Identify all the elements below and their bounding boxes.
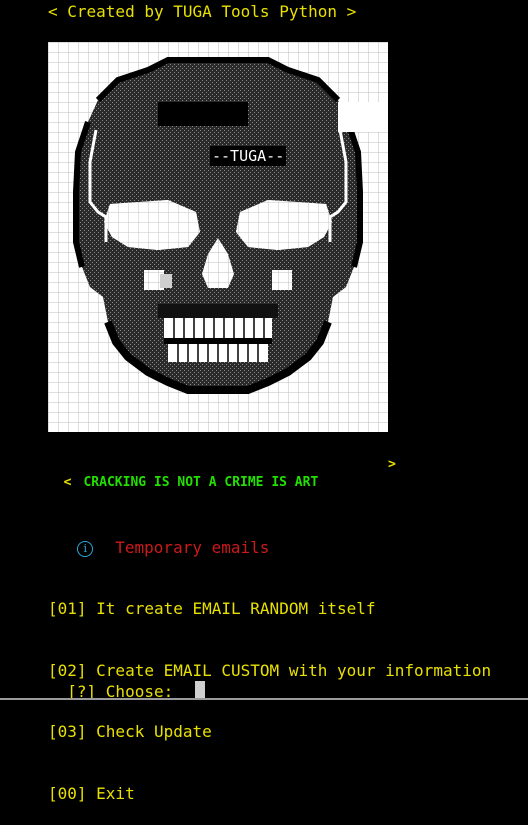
menu-item-check-update[interactable]: [03] Check Update — [48, 722, 491, 743]
skull-ascii-art: --TUGA-- — [48, 42, 388, 432]
subtitle-title: Temporary emails — [115, 538, 270, 557]
choose-prompt[interactable]: [?] Choose: — [48, 659, 206, 703]
header-credit: < Created by TUGA Tools Python > — [48, 2, 357, 21]
banner-open: < — [63, 475, 72, 490]
menu-item-random-email[interactable]: [01] It create EMAIL RANDOM itself — [48, 599, 491, 620]
banner: < CRACKING IS NOT A CRIME IS ART > — [48, 456, 396, 492]
menu-item-exit[interactable]: [00] Exit — [48, 784, 491, 805]
banner-close: > — [388, 457, 396, 472]
info-icon: i — [77, 541, 94, 557]
subtitle-row: i Temporary emails — [58, 515, 269, 559]
banner-text: CRACKING IS NOT A CRIME IS ART — [83, 475, 319, 490]
art-label: --TUGA-- — [210, 146, 287, 166]
